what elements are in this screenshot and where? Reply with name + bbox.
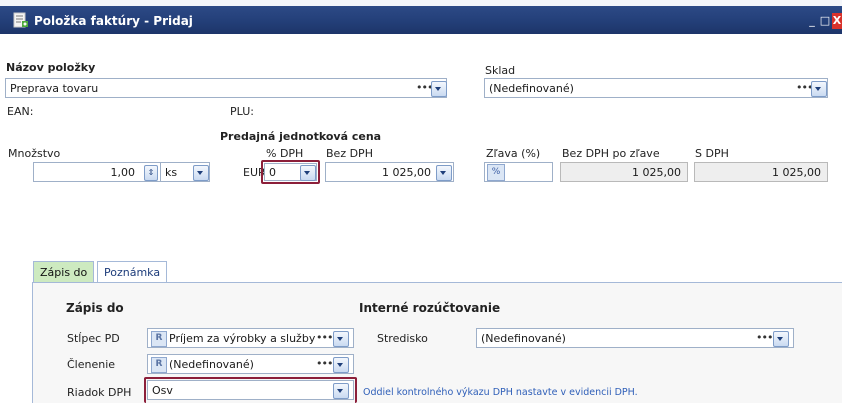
maximize-button[interactable]: □ (819, 13, 831, 29)
vat-percent-value: 0 (269, 166, 276, 179)
item-name-value: Preprava tovaru (10, 82, 99, 95)
invoice-icon (13, 12, 29, 29)
ean-label: EAN: (7, 105, 34, 118)
chevron-down-icon[interactable] (333, 357, 349, 373)
percent-icon[interactable]: % (487, 164, 505, 181)
chevron-down-icon[interactable] (333, 383, 349, 399)
chevron-down-icon[interactable] (436, 165, 452, 181)
discount-label: Zľava (%) (486, 147, 541, 160)
window-title: Položka faktúry - Pridaj (34, 14, 193, 28)
warehouse-value: (Nedefinované) (489, 82, 574, 95)
item-name-field[interactable]: Preprava tovaru ••• (5, 78, 447, 98)
price-after-discount-value: 1 025,00 (632, 166, 681, 179)
more-icon[interactable]: ••• (756, 331, 773, 344)
plu-label: PLU: (230, 105, 254, 118)
vat-row-label: Riadok DPH (67, 386, 132, 399)
tab-zapis-do[interactable]: Zápis do (33, 261, 95, 283)
vat-percent-select[interactable]: 0 (264, 163, 317, 181)
quantity-label: Množstvo (8, 147, 61, 160)
breakdown-value: (Nedefinované) (169, 358, 254, 371)
column-pd-field[interactable]: R Príjem za výrobky a služby ••• (147, 328, 354, 348)
column-pd-value: Príjem za výrobky a služby (169, 332, 316, 345)
more-icon[interactable]: ••• (316, 357, 333, 370)
r-badge: R (151, 357, 167, 373)
center-field[interactable]: (Nedefinované) ••• (476, 328, 794, 348)
title-bar: Položka faktúry - Pridaj _ □ X (0, 0, 842, 34)
unit-value: ks (165, 166, 178, 179)
warehouse-field[interactable]: (Nedefinované) ••• (484, 78, 828, 98)
price-incl-vat-field: 1 025,00 (694, 162, 828, 182)
breakdown-field[interactable]: R (Nedefinované) ••• (147, 354, 354, 374)
internal-heading: Interné rozúčtovanie (359, 301, 501, 315)
unit-price-heading: Predajná jednotková cena (220, 130, 382, 143)
price-excl-vat-label: Bez DPH (326, 147, 373, 160)
spin-icon[interactable]: ⇕ (144, 165, 158, 181)
item-name-label: Názov položky (6, 61, 96, 74)
unit-select[interactable]: ks (160, 162, 210, 182)
chevron-down-icon[interactable] (431, 81, 447, 97)
entry-heading: Zápis do (66, 301, 124, 315)
vat-row-value: Osv (152, 384, 173, 397)
discount-field[interactable]: % (484, 162, 553, 182)
column-pd-label: Stĺpec PD (67, 332, 120, 345)
quantity-stepper[interactable]: 1,00 ⇕ (33, 162, 161, 182)
more-icon[interactable]: ••• (416, 81, 433, 94)
close-button[interactable]: X (832, 13, 842, 29)
tab-poznamka[interactable]: Poznámka (97, 261, 168, 283)
minimize-button[interactable]: _ (806, 13, 818, 29)
price-after-discount-label: Bez DPH po zľave (562, 147, 660, 160)
quantity-value: 1,00 (110, 166, 136, 179)
r-badge: R (151, 331, 167, 347)
vat-percent-label: % DPH (266, 147, 304, 160)
vat-row-field[interactable]: Osv (147, 380, 354, 400)
price-excl-vat-value: 1 025,00 (382, 166, 431, 179)
price-after-discount-field: 1 025,00 (560, 162, 688, 182)
chevron-down-icon[interactable] (811, 81, 827, 97)
price-incl-vat-label: S DPH (695, 147, 729, 160)
warehouse-label: Sklad (485, 64, 516, 77)
chevron-down-icon[interactable] (333, 331, 349, 347)
more-icon[interactable]: ••• (796, 81, 813, 94)
center-value: (Nedefinované) (481, 332, 566, 345)
price-incl-vat-value: 1 025,00 (772, 166, 821, 179)
chevron-down-icon[interactable] (193, 165, 209, 181)
price-excl-vat-field[interactable]: 1 025,00 (325, 162, 454, 182)
center-label: Stredisko (377, 332, 428, 345)
breakdown-label: Členenie (67, 358, 116, 371)
chevron-down-icon[interactable] (300, 165, 316, 181)
more-icon[interactable]: ••• (316, 331, 333, 344)
chevron-down-icon[interactable] (773, 331, 789, 347)
vat-section-note[interactable]: Oddiel kontrolného výkazu DPH nastavte v… (363, 387, 638, 398)
